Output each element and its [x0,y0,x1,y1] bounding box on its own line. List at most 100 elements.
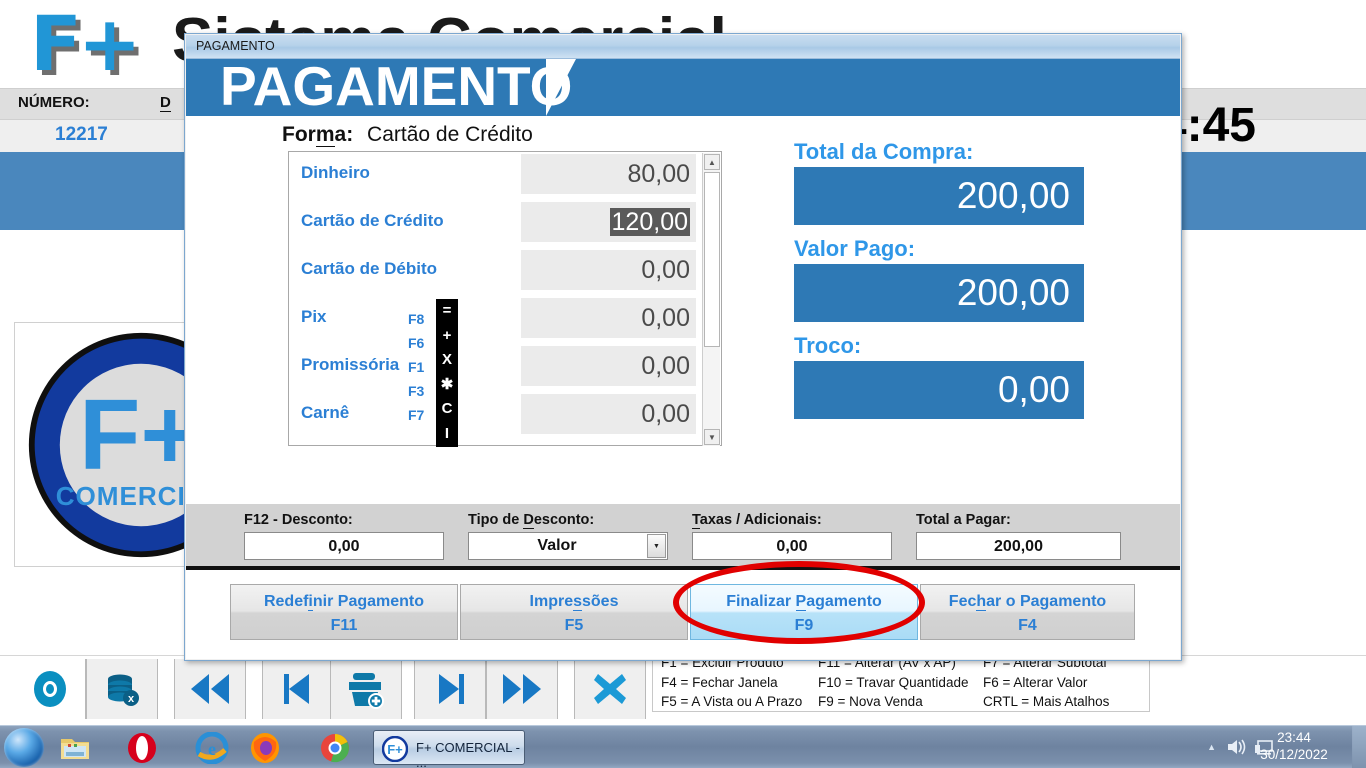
scroll-up-icon[interactable]: ▲ [704,154,720,170]
payment-name: Dinheiro [301,163,370,182]
operator-key-column: = + X ✱ C I [436,299,458,447]
shortcut-2-0: F5 = A Vista ou A Prazo [661,694,803,709]
previous-button[interactable] [262,659,334,719]
dialog-action-buttons: Redefinir Pagamento F11 Impressões F5 Fi… [186,570,1180,659]
payment-row-carne[interactable]: Carnê 0,00 [289,392,721,440]
shortcut-1-2: F6 = Alterar Valor [983,675,1088,690]
speaker-icon[interactable] [1226,737,1248,757]
list-scrollbar[interactable]: ▲ ▼ [702,153,720,446]
skip-first-button[interactable] [174,659,246,719]
next-icon [439,674,464,704]
firefox-icon[interactable] [248,732,282,764]
forma-value: Cartão de Crédito [367,123,533,146]
record-icon [33,671,66,707]
app-logo-text: F+ [30,0,142,88]
tray-time[interactable]: 23:44 [1248,730,1340,745]
record-button[interactable] [14,659,86,719]
add-product-icon [349,673,384,709]
dialog-body: PAGAMENTO Forma: Cartão de Crédito Dinhe… [186,55,1180,659]
payment-row-promissoria[interactable]: Promissória 0,00 [289,344,721,392]
database-delete-button[interactable]: x [86,659,158,719]
taxas-input[interactable]: 0,00 [692,532,892,560]
tipo-desconto-value: Valor [537,537,577,554]
finalizar-label: Finalizar Pagamento [726,593,882,611]
field-tipo-desconto: Tipo de Desconto: Valor ▼ [468,512,668,560]
payment-name: Cartão de Débito [301,259,438,278]
payment-value-input[interactable]: 0,00 [521,346,696,386]
windows-taskbar: e F+ F+ COMERCIAL - ... ▲ 23:44 30/12/20… [0,725,1366,768]
operator-key-4: C [441,400,453,418]
shortcut-2-2: CRTL = Mais Atalhos [983,694,1110,709]
payment-name: Pix [301,307,327,326]
shortcut-1-0: F4 = Fechar Janela [661,675,778,690]
field-desconto: F12 - Desconto: 0,00 [244,512,444,560]
selected-text: 120,00 [609,208,690,236]
payment-method-list[interactable]: Dinheiro 80,00 Cartão de Crédito 120,00 … [288,151,722,446]
payment-row-pix[interactable]: Pix 0,00 [289,296,721,344]
payment-value-input[interactable]: 0,00 [521,250,696,290]
payment-value-input[interactable]: 0,00 [521,394,696,434]
next-button[interactable] [414,659,486,719]
banner-title: PAGAMENTO [220,55,573,117]
add-product-button[interactable] [330,659,402,719]
fechar-label: Fechar o Pagamento [948,593,1107,611]
troco-label: Troco: [794,333,862,358]
app-logo: F+ [18,2,178,90]
payment-row-dinheiro[interactable]: Dinheiro 80,00 [289,152,721,200]
chrome-icon[interactable] [318,732,352,764]
desconto-input[interactable]: 0,00 [244,532,444,560]
redefinir-label: Redefinir Pagamento [263,593,425,611]
payment-name: Cartão de Crédito [301,211,444,230]
valor-pago-label: Valor Pago: [794,236,916,261]
fkey-hint-4: F7 [408,407,425,423]
tipo-desconto-label: Tipo de Desconto: [468,512,595,529]
chevron-up-icon[interactable]: ▲ [1207,742,1216,752]
troco-value: 0,00 [794,361,1084,419]
header-numero-label: NÚMERO: [18,94,90,111]
taxas-label: Taxas / Adicionais: [692,512,822,529]
fkey-hint-0: F8 [408,311,425,327]
cancel-button[interactable] [574,659,646,719]
scrollbar-thumb[interactable] [704,172,720,347]
finalizar-pagamento-button[interactable]: Finalizar Pagamento F9 [690,584,918,640]
dialog-banner: PAGAMENTO [186,55,1180,117]
skip-last-button[interactable] [486,659,558,719]
windows-start-icon[interactable] [4,728,44,767]
internet-explorer-icon[interactable]: e [195,731,229,765]
fkey-hint-1: F6 [408,335,425,351]
tray-date[interactable]: 30/12/2022 [1248,747,1340,762]
fechar-pagamento-button[interactable]: Fechar o Pagamento F4 [920,584,1135,640]
show-desktop-button[interactable] [1352,726,1366,768]
fkey-hint-3: F3 [408,383,425,399]
impressoes-button[interactable]: Impressões F5 [460,584,688,640]
svg-text:e: e [208,739,216,759]
operator-key-0: = [442,302,452,319]
payment-row-cartao-credito[interactable]: Cartão de Crédito 120,00 [289,200,721,248]
total-pagar-input[interactable]: 200,00 [916,532,1121,560]
explorer-icon[interactable] [58,732,92,764]
operator-key-5: I [444,424,450,442]
payment-value-input[interactable]: 0,00 [521,298,696,338]
database-delete-icon: x [108,674,139,706]
redefinir-pagamento-button[interactable]: Redefinir Pagamento F11 [230,584,458,640]
forma-label: Forma: [282,123,354,147]
pagamento-dialog: PAGAMENTO PAGAMENTO Forma: Cartão de Cré… [184,33,1182,661]
operator-key-1: + [442,326,452,344]
taskbar-active-window[interactable]: F+ F+ COMERCIAL - ... [373,730,525,768]
sale-numero-value: 12217 [55,124,108,145]
scroll-down-icon[interactable]: ▼ [704,429,720,445]
operator-key-3: ✱ [440,375,454,393]
total-compra-label: Total da Compra: [794,139,974,164]
payment-value-input[interactable]: 120,00 [521,202,696,242]
header-data-label: D [160,94,171,112]
payment-value-input[interactable]: 80,00 [521,154,696,194]
discount-strip: F12 - Desconto: 0,00 Tipo de Desconto: V… [186,504,1180,566]
redefinir-key: F11 [330,617,358,634]
opera-icon[interactable] [125,732,159,764]
tipo-desconto-select[interactable]: Valor ▼ [468,532,668,560]
field-total-pagar: Total a Pagar: 200,00 [916,512,1121,560]
payment-row-cartao-debito[interactable]: Cartão de Débito 0,00 [289,248,721,296]
chevron-down-icon[interactable]: ▼ [647,534,666,558]
total-compra-value: 200,00 [794,167,1084,225]
system-tray: ▲ 23:44 30/12/2022 [1180,726,1366,768]
